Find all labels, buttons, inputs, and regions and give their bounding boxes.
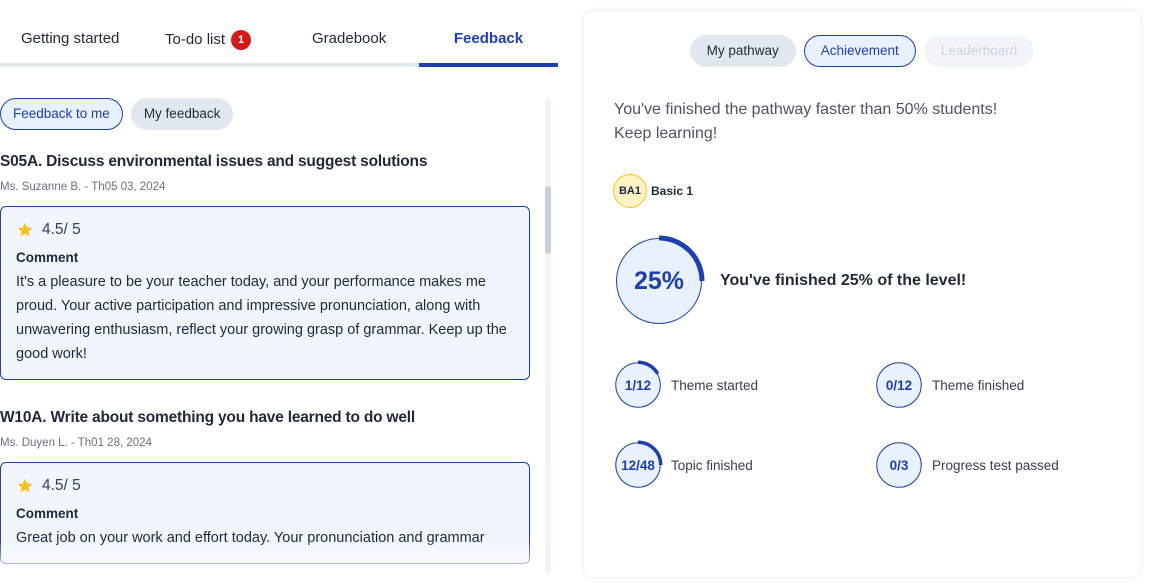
- stat-value: 0/12: [885, 377, 913, 393]
- level-badge: BA1: [613, 174, 647, 208]
- level-progress: 25% You've finished 25% of the level!: [613, 235, 966, 327]
- headline-line: You've finished the pathway faster than …: [614, 101, 998, 118]
- feedback-panel: Getting started To-do list 1 Gradebook Fe…: [0, 0, 558, 588]
- scrollbar[interactable]: [545, 98, 551, 574]
- tab-feedback[interactable]: Feedback: [419, 30, 558, 67]
- feedback-to-me-button[interactable]: Feedback to me: [0, 98, 123, 130]
- feedback-title: S05A. Discuss environmental issues and s…: [0, 153, 428, 170]
- feedback-meta: Ms. Duyen L. - Th01 28, 2024: [0, 437, 152, 449]
- feedback-list: S05A. Discuss environmental issues and s…: [0, 150, 530, 575]
- feedback-card: 4.5/ 5 Comment It's a pleasure to be you…: [0, 206, 530, 380]
- stat-ring: 0/12: [874, 360, 924, 410]
- stat-value: 12/48: [621, 457, 655, 473]
- rating: 4.5/ 5: [16, 219, 514, 241]
- star-icon: [17, 222, 33, 237]
- headline-line: Keep learning!: [614, 125, 718, 142]
- achievement-button[interactable]: Achievement: [803, 35, 916, 67]
- rating-value: 4.5/ 5: [42, 221, 81, 238]
- tab-label: Getting started: [21, 30, 120, 47]
- stat-label: Progress test passed: [932, 457, 1059, 473]
- stat-topic-finished: 12/48 Topic finished: [613, 440, 753, 490]
- feedback-meta: Ms. Suzanne B. - Th05 03, 2024: [0, 181, 166, 193]
- my-feedback-button[interactable]: My feedback: [130, 98, 234, 130]
- level-name: Basic 1: [651, 184, 694, 198]
- rating-value: 4.5/ 5: [42, 477, 81, 494]
- my-pathway-button[interactable]: My pathway: [689, 35, 796, 67]
- comment-label: Comment: [16, 250, 79, 265]
- tab-label: Feedback: [453, 30, 524, 47]
- stat-value: 1/12: [624, 377, 652, 393]
- stat-label: Theme started: [671, 377, 759, 393]
- achievement-panel: My pathway Achievement Leaderboard You'v…: [584, 11, 1140, 577]
- stat-progress-test-passed: 0/3 Progress test passed: [874, 440, 1059, 490]
- feedback-title: W10A. Write about something you have lea…: [0, 409, 416, 426]
- level-progress-value: 25%: [633, 266, 685, 295]
- panel-switcher: My pathway Achievement Leaderboard: [584, 35, 1140, 67]
- leaderboard-button: Leaderboard: [923, 35, 1035, 67]
- level-progress-text: You've finished 25% of the level!: [720, 272, 967, 289]
- stat-label: Topic finished: [671, 457, 753, 473]
- level-progress-ring: 25%: [613, 235, 705, 327]
- tab-gradebook[interactable]: Gradebook: [312, 30, 386, 47]
- notification-badge: 1: [231, 30, 252, 50]
- feedback-item: S05A. Discuss environmental issues and s…: [0, 150, 530, 380]
- scroll-fade: [0, 540, 530, 575]
- tab-getting-started[interactable]: Getting started: [21, 30, 119, 47]
- star-icon: [17, 478, 33, 493]
- stat-label: Theme finished: [932, 377, 1025, 393]
- stat-ring: 0/3: [874, 440, 924, 490]
- stat-theme-finished: 0/12 Theme finished: [874, 360, 1024, 410]
- comment-text: It's a pleasure to be your teacher today…: [16, 274, 507, 362]
- tab-label: To-do list: [165, 31, 226, 48]
- feedback-filter: Feedback to me My feedback: [0, 98, 234, 130]
- tab-todo-list[interactable]: To-do list 1: [165, 30, 252, 50]
- stat-theme-started: 1/12 Theme started: [613, 360, 758, 410]
- stat-ring: 1/12: [613, 360, 663, 410]
- stat-ring: 12/48: [613, 440, 663, 490]
- tab-bar: Getting started To-do list 1 Gradebook Fe…: [0, 18, 558, 67]
- stat-value: 0/3: [889, 457, 909, 473]
- achievement-headline: You've finished the pathway faster than …: [614, 98, 997, 146]
- scrollbar-thumb[interactable]: [545, 186, 551, 254]
- active-tab-indicator: [419, 63, 558, 67]
- rating: 4.5/ 5: [16, 475, 514, 497]
- comment-label: Comment: [16, 506, 79, 521]
- tab-label: Gradebook: [312, 30, 387, 47]
- level-info: BA1 Basic 1: [613, 174, 693, 208]
